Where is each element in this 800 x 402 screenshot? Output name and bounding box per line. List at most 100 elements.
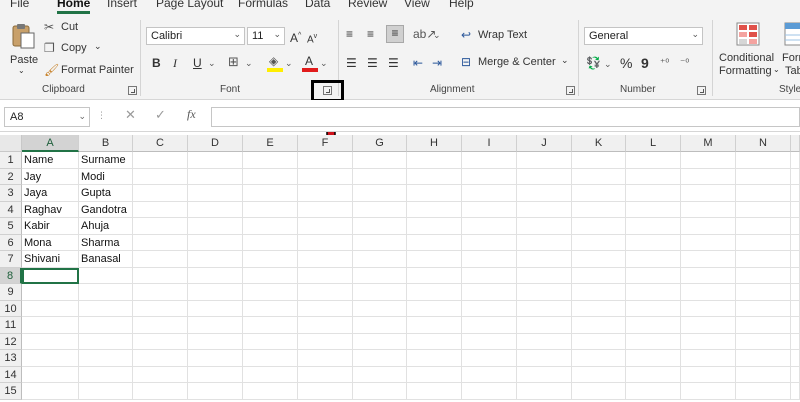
decrease-decimal-icon[interactable]: ⁻⁰ [680,57,689,71]
cell[interactable] [133,168,188,185]
copy-button[interactable]: ❐ Copy ⌄ [44,41,104,57]
cell[interactable] [133,300,188,317]
cell[interactable] [791,267,800,284]
cell[interactable] [79,300,133,317]
column-header[interactable]: L [626,135,681,152]
formula-input[interactable] [211,107,800,127]
cell[interactable] [736,168,791,185]
cell[interactable] [243,317,298,334]
cell[interactable] [681,168,736,185]
column-header[interactable]: B [79,135,133,152]
cell[interactable] [298,284,353,301]
cell[interactable] [188,218,243,235]
column-header[interactable]: G [353,135,407,152]
cell[interactable] [736,251,791,268]
cell[interactable] [736,317,791,334]
cell[interactable] [736,366,791,383]
cell[interactable] [572,185,626,202]
wrap-text-button[interactable]: ↩ Wrap Text [461,28,531,44]
tab-home[interactable]: Home [57,0,91,14]
cell[interactable] [626,350,681,367]
cell[interactable]: Kabir [22,218,79,235]
cell[interactable] [79,317,133,334]
conditional-formatting-button[interactable]: Conditional Formatting ⌄ [716,18,780,80]
cell[interactable] [133,185,188,202]
row-header[interactable]: 2 [0,168,22,185]
cell[interactable] [188,333,243,350]
cell[interactable] [133,152,188,169]
row-header[interactable]: 15 [0,383,22,400]
cell[interactable] [572,333,626,350]
cell[interactable] [517,284,572,301]
cell[interactable] [462,284,517,301]
cell[interactable] [626,300,681,317]
chevron-down-icon[interactable]: ⌄ [433,28,441,42]
align-right-icon[interactable]: ☰ [388,56,399,70]
row-header[interactable]: 3 [0,185,22,202]
cell[interactable] [517,383,572,400]
decrease-font-icon[interactable]: Av [307,30,317,47]
cell[interactable] [353,317,407,334]
cell[interactable] [407,333,462,350]
cell[interactable] [517,333,572,350]
cell[interactable] [22,300,79,317]
cell[interactable] [791,168,800,185]
insert-function-button[interactable]: fx [187,107,196,122]
row-header[interactable]: 13 [0,350,22,367]
cell[interactable] [298,383,353,400]
cell[interactable] [681,366,736,383]
cell[interactable] [243,267,298,284]
cell[interactable] [626,333,681,350]
cell[interactable] [736,383,791,400]
cell[interactable] [243,383,298,400]
cell[interactable] [188,201,243,218]
cell[interactable] [626,201,681,218]
cell[interactable]: Raghav [22,201,79,218]
column-header[interactable]: D [188,135,243,152]
cell[interactable] [626,152,681,169]
column-header[interactable]: K [572,135,626,152]
cell[interactable] [353,383,407,400]
column-header[interactable]: N [736,135,791,152]
select-all-corner[interactable] [0,135,22,152]
cell[interactable] [243,218,298,235]
cell[interactable] [407,383,462,400]
cell[interactable] [243,366,298,383]
cell[interactable] [22,366,79,383]
cell[interactable] [243,168,298,185]
selected-cell[interactable] [22,267,79,284]
cell[interactable] [572,234,626,251]
cell[interactable] [681,317,736,334]
format-painter-button[interactable]: 🖌 Format Painter [44,63,134,79]
cell[interactable] [407,300,462,317]
cell[interactable] [133,350,188,367]
cell[interactable] [407,267,462,284]
tab-review[interactable]: Review [348,0,387,10]
cell[interactable] [188,185,243,202]
cell[interactable] [517,251,572,268]
cell[interactable] [736,300,791,317]
cell[interactable]: Sharma [79,234,133,251]
cell[interactable] [298,366,353,383]
cell[interactable] [298,234,353,251]
cell[interactable] [298,317,353,334]
cell[interactable] [517,201,572,218]
row-header[interactable]: 8 [0,267,22,284]
cell[interactable] [407,168,462,185]
cell[interactable]: Banasal [79,251,133,268]
clipboard-dialog-launcher[interactable] [128,86,137,95]
cell[interactable] [188,317,243,334]
cell[interactable]: Modi [79,168,133,185]
cell[interactable] [517,300,572,317]
cell[interactable] [407,284,462,301]
cell[interactable] [517,267,572,284]
cell[interactable] [353,185,407,202]
cell[interactable] [22,350,79,367]
cell[interactable] [298,201,353,218]
cell[interactable] [462,251,517,268]
column-header[interactable]: E [243,135,298,152]
chevron-down-icon[interactable]: ⌄ [604,57,612,71]
column-header[interactable]: M [681,135,736,152]
tab-data[interactable]: Data [305,0,330,10]
tab-page-layout[interactable]: Page Layout [156,0,223,10]
